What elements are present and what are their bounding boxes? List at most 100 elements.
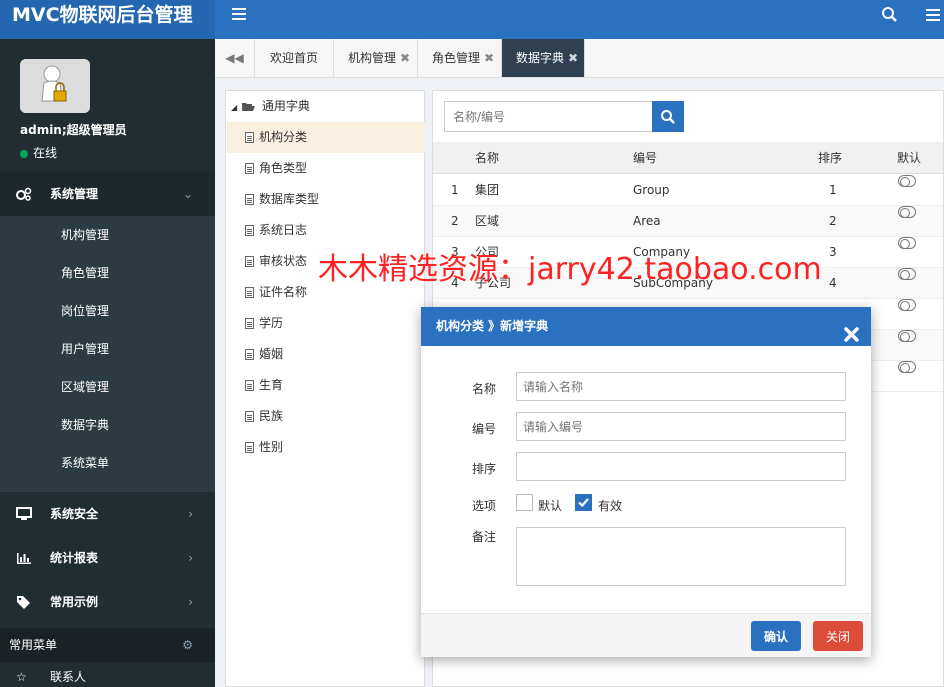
file-icon	[245, 318, 254, 329]
remark-label: 备注	[472, 530, 497, 544]
dialog-header: 机构分类 》新增字典	[421, 307, 871, 346]
tree-root-label: 通用字典	[261, 99, 310, 113]
menu-group-label: 系统安全	[50, 507, 99, 521]
name-label: 名称	[472, 382, 497, 396]
remark-textarea[interactable]	[516, 527, 846, 586]
tab-org[interactable]: 机构管理 ✖	[334, 39, 418, 77]
star-icon: ☆	[16, 670, 27, 684]
table-row[interactable]: 1 集团 Group 1	[433, 175, 943, 206]
search-icon[interactable]	[881, 6, 899, 24]
cell-sort: 2	[829, 214, 837, 228]
submenu-item-dict[interactable]: 数据字典	[0, 406, 215, 444]
sort-input[interactable]	[516, 452, 846, 481]
quick-item-label: 联系人	[50, 670, 87, 684]
tab-label: 角色管理	[432, 51, 481, 65]
tab-dict[interactable]: 数据字典 ✖	[502, 39, 585, 77]
file-icon	[245, 225, 254, 236]
tree-item[interactable]: 数据库类型	[227, 184, 425, 215]
tab-role[interactable]: 角色管理 ✖	[418, 39, 502, 77]
cell-code: Area	[633, 214, 661, 228]
folder-open-icon	[241, 103, 255, 111]
gear-icon[interactable]: ⚙	[182, 628, 193, 662]
quick-menu-title: 常用菜单	[9, 638, 58, 652]
check-icon	[578, 498, 589, 508]
menu-group-examples[interactable]: 常用示例 ›	[0, 580, 215, 624]
default-toggle-icon[interactable]	[898, 237, 916, 249]
tree-item[interactable]: 民族	[227, 401, 425, 432]
close-icon[interactable]	[844, 319, 859, 342]
column-header[interactable]: 名称	[475, 142, 499, 174]
submenu-item-user[interactable]: 用户管理	[0, 330, 215, 368]
tab-label: 数据字典	[516, 51, 565, 65]
monitor-icon	[16, 492, 34, 536]
close-button[interactable]: 关闭	[813, 621, 863, 651]
tags-icon	[16, 580, 34, 624]
tab-label: 欢迎首页	[270, 51, 319, 65]
chevron-right-icon: ›	[188, 507, 193, 521]
column-header[interactable]: 排序	[818, 142, 842, 174]
tree-item[interactable]: 婚姻	[227, 339, 425, 370]
sort-label: 排序	[472, 462, 497, 476]
submenu-item-org[interactable]: 机构管理	[0, 216, 215, 254]
submenu-item-role[interactable]: 角色管理	[0, 254, 215, 292]
close-icon[interactable]: ✖	[400, 51, 410, 65]
tree-item-label: 审核状态	[259, 254, 308, 268]
user-status-text: 在线	[33, 146, 58, 160]
close-icon[interactable]: ✖	[568, 51, 578, 65]
cell-sort: 3	[829, 245, 837, 259]
default-toggle-icon[interactable]	[898, 206, 916, 218]
submenu-item-area[interactable]: 区域管理	[0, 368, 215, 406]
valid-checkbox[interactable]	[575, 494, 592, 511]
menu-group-reports[interactable]: 统计报表 ›	[0, 536, 215, 580]
search-input[interactable]	[444, 101, 654, 132]
confirm-button[interactable]: 确认	[751, 621, 801, 651]
default-toggle-icon[interactable]	[898, 330, 916, 342]
table-row[interactable]: 2 区域 Area 2	[433, 206, 943, 237]
menu-group-security[interactable]: 系统安全 ›	[0, 492, 215, 536]
tree-item[interactable]: 系统日志	[227, 215, 425, 246]
tree-item[interactable]: 生育	[227, 370, 425, 401]
user-name: admin;超级管理员	[20, 123, 127, 137]
quick-item-contacts[interactable]: ☆ 联系人	[0, 662, 215, 687]
tree-item-label: 婚姻	[259, 347, 284, 361]
tree-item-label: 民族	[259, 409, 284, 423]
tab-scroll-left-icon[interactable]: ◀◀	[215, 39, 255, 77]
tab-welcome[interactable]: 欢迎首页	[256, 39, 334, 77]
file-icon	[245, 163, 254, 174]
close-icon[interactable]: ✖	[484, 51, 494, 65]
code-input[interactable]	[516, 412, 846, 441]
tree-item-label: 数据库类型	[259, 192, 320, 206]
submenu-item-menu[interactable]: 系统菜单	[0, 444, 215, 482]
tree-item[interactable]: 机构分类	[227, 122, 425, 153]
tree-item[interactable]: 性别	[227, 432, 425, 463]
tree-root[interactable]: ◢ 通用字典	[231, 97, 310, 114]
default-toggle-icon[interactable]	[898, 361, 916, 373]
search-button[interactable]	[652, 101, 684, 132]
options-label: 选项	[472, 499, 497, 513]
default-checkbox[interactable]	[516, 494, 533, 511]
caret-down-icon: ◢	[231, 103, 238, 112]
dict-tree: ◢ 通用字典 机构分类 角色类型 数据库类型 系统日志 审核状态 证件名称 学历…	[225, 90, 425, 687]
tree-item[interactable]: 学历	[227, 308, 425, 339]
menu-group-system[interactable]: 系统管理 ⌄	[0, 172, 215, 216]
tree-item-label: 性别	[259, 440, 284, 454]
cell-sort: 4	[829, 276, 837, 290]
column-header[interactable]: 编号	[633, 142, 657, 174]
chevron-right-icon: ›	[188, 595, 193, 609]
submenu-item-post[interactable]: 岗位管理	[0, 292, 215, 330]
default-toggle-icon[interactable]	[898, 175, 916, 187]
online-dot-icon	[20, 149, 28, 158]
column-header[interactable]: 默认	[897, 142, 921, 174]
menu-toggle-icon[interactable]	[232, 8, 246, 20]
default-toggle-icon[interactable]	[898, 299, 916, 311]
tree-item[interactable]: 角色类型	[227, 153, 425, 184]
file-icon	[245, 349, 254, 360]
file-icon	[245, 411, 254, 422]
tab-bar: ◀◀ 欢迎首页 机构管理 ✖ 角色管理 ✖ 数据字典 ✖	[215, 39, 944, 78]
bar-chart-icon	[16, 536, 34, 580]
name-input[interactable]	[516, 372, 846, 401]
default-toggle-icon[interactable]	[898, 268, 916, 280]
settings-menu-icon[interactable]	[924, 8, 944, 24]
tree-item-label: 角色类型	[259, 161, 308, 175]
valid-checkbox-label: 有效	[598, 499, 623, 513]
